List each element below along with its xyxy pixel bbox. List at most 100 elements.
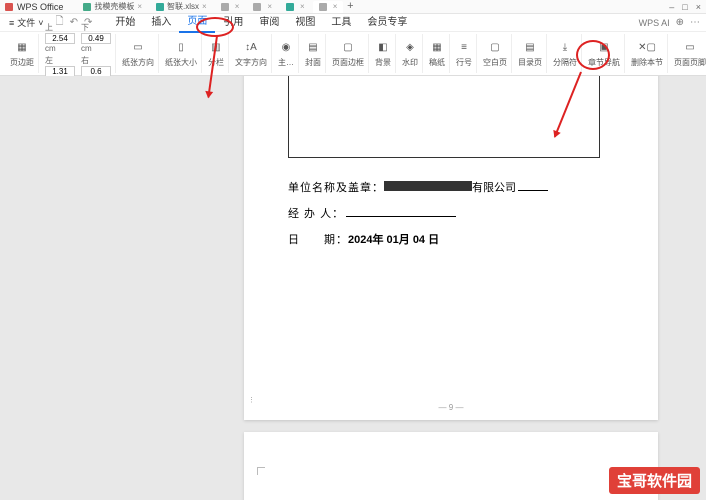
- toc-page-button[interactable]: ▤目录页: [514, 34, 547, 73]
- maximize-button[interactable]: □: [682, 2, 687, 12]
- blank-icon: ▢: [487, 40, 503, 56]
- content-frame: [288, 76, 600, 158]
- site-watermark: 宝哥软件园: [609, 467, 700, 494]
- underline: [518, 178, 548, 191]
- unit-suffix: 有限公司: [472, 177, 516, 199]
- nav-icon: ▣: [596, 40, 612, 56]
- menu-insert[interactable]: 插入: [143, 14, 179, 32]
- underline: [346, 204, 456, 217]
- header-footer-button[interactable]: ▭页面页脚: [670, 34, 706, 73]
- lineno-icon: ≡: [456, 40, 472, 56]
- crop-mark-icon: [257, 467, 265, 475]
- minimize-button[interactable]: –: [669, 2, 674, 12]
- margins-label: 页边距: [10, 57, 34, 68]
- close-icon[interactable]: ×: [202, 2, 207, 11]
- document-page-2: [244, 432, 658, 500]
- margin-top-input[interactable]: [45, 33, 75, 44]
- doc-tab-5[interactable]: ×: [313, 1, 344, 13]
- file-menu[interactable]: ≡ 文件 ˅: [6, 16, 47, 29]
- text-direction-button[interactable]: ↕A文字方向: [231, 34, 272, 73]
- cover-button[interactable]: ▤封面: [301, 34, 326, 73]
- doc-tab-1[interactable]: 智联.xlsx×: [150, 1, 213, 13]
- unit-label: 单位名称及盖章：: [288, 177, 384, 199]
- paper-size-icon: ▯: [173, 40, 189, 56]
- ribbon-toolbar: ▦ 页边距 上 cm 下 cm 左 cm 右 cm ▭纸张方向 ▯纸张大小 ▥分…: [0, 32, 706, 76]
- doc-icon: [156, 3, 164, 11]
- menu-member[interactable]: 会员专享: [359, 14, 415, 32]
- doc-icon: [286, 3, 294, 11]
- manuscript-button[interactable]: ▦稿纸: [425, 34, 450, 73]
- background-button[interactable]: ◧背景: [371, 34, 396, 73]
- theme-button[interactable]: ◉主…: [274, 34, 299, 73]
- bg-icon: ◧: [375, 40, 391, 56]
- separator-icon: ⤓: [557, 40, 573, 56]
- file-label: 文件: [17, 16, 35, 29]
- document-tabs: 找模壳模板× 智联.xlsx× × × × × +: [77, 1, 355, 13]
- delete-section-icon: ✕▢: [639, 40, 655, 56]
- app-logo-icon: [5, 3, 13, 11]
- watermark-icon: ◈: [402, 40, 418, 56]
- form-area: 单位名称及盖章： 有限公司 经 办 人： 日 期：2024年 01月 04 日: [288, 177, 608, 255]
- doc-tab-3[interactable]: ×: [247, 1, 278, 13]
- close-icon[interactable]: ×: [333, 2, 338, 11]
- doc-tab-0[interactable]: 找模壳模板×: [77, 1, 148, 13]
- app-name: WPS Office: [17, 2, 63, 12]
- menu-tools[interactable]: 工具: [323, 14, 359, 32]
- document-workspace[interactable]: 单位名称及盖章： 有限公司 经 办 人： 日 期：2024年 01月 04 日 —…: [0, 76, 706, 500]
- date-value: 2024年 01月 04 日: [348, 229, 439, 251]
- handler-label: 经 办 人：: [288, 203, 344, 225]
- close-icon[interactable]: ×: [300, 2, 305, 11]
- menu-view[interactable]: 视图: [287, 14, 323, 32]
- margins-group[interactable]: ▦ 页边距: [6, 34, 39, 73]
- text-dir-icon: ↕A: [243, 40, 259, 56]
- border-icon: ▢: [340, 40, 356, 56]
- margins-icon: ▦: [14, 40, 30, 56]
- manuscript-icon: ▦: [429, 40, 445, 56]
- line-number-button[interactable]: ≡行号: [452, 34, 477, 73]
- cover-icon: ▤: [305, 40, 321, 56]
- orientation-icon: ▭: [130, 40, 146, 56]
- page-border-button[interactable]: ▢页面边框: [328, 34, 369, 73]
- margin-right-label: 右: [81, 56, 89, 65]
- blank-page-button[interactable]: ▢空白页: [479, 34, 512, 73]
- section-nav-button[interactable]: ▣章节导航: [584, 34, 625, 73]
- doc-icon: [83, 3, 91, 11]
- doc-tab-2[interactable]: ×: [215, 1, 246, 13]
- paper-size-button[interactable]: ▯纸张大小: [161, 34, 202, 73]
- menu-review[interactable]: 审阅: [251, 14, 287, 32]
- menu-start[interactable]: 开始: [107, 14, 143, 32]
- page-number: — 9 —: [244, 403, 658, 412]
- menu-reference[interactable]: 引用: [215, 14, 251, 32]
- margin-bottom-input[interactable]: [81, 33, 111, 44]
- separator-button[interactable]: ⤓分隔符: [549, 34, 582, 73]
- paper-orientation-button[interactable]: ▭纸张方向: [118, 34, 159, 73]
- doc-tab-4[interactable]: ×: [280, 1, 311, 13]
- margin-values: 上 cm 下 cm 左 cm 右 cm: [41, 34, 116, 73]
- doc-icon: [253, 3, 261, 11]
- margin-right-input[interactable]: [81, 66, 111, 77]
- redacted-text: [384, 181, 472, 191]
- more-icon[interactable]: ⋯: [690, 17, 700, 28]
- close-icon[interactable]: ×: [137, 2, 142, 11]
- watermark-button[interactable]: ◈水印: [398, 34, 423, 73]
- close-icon[interactable]: ×: [235, 2, 240, 11]
- doc-tab-label: 找模壳模板: [94, 1, 134, 12]
- doc-icon: [221, 3, 229, 11]
- theme-icon: ◉: [278, 40, 294, 56]
- search-icon[interactable]: ⊕: [676, 17, 684, 28]
- toc-icon: ▤: [522, 40, 538, 56]
- date-label: 日 期：: [288, 229, 348, 251]
- document-page-1: 单位名称及盖章： 有限公司 经 办 人： 日 期：2024年 01月 04 日 —…: [244, 76, 658, 420]
- close-icon[interactable]: ×: [267, 2, 272, 11]
- ruler-mark: ⋮: [248, 396, 255, 404]
- margin-left-label: 左: [45, 56, 53, 65]
- menu-page[interactable]: 页面: [179, 13, 215, 33]
- margin-left-input[interactable]: [45, 66, 75, 77]
- close-window-button[interactable]: ×: [696, 2, 701, 12]
- title-bar: WPS Office 找模壳模板× 智联.xlsx× × × × × + – □…: [0, 0, 706, 14]
- wps-ai-button[interactable]: WPS AI: [639, 18, 670, 28]
- delete-section-button[interactable]: ✕▢删除本节: [627, 34, 668, 73]
- margin-top-label: 上: [45, 23, 53, 32]
- doc-tab-label: 智联.xlsx: [167, 1, 199, 12]
- new-tab-button[interactable]: +: [345, 1, 355, 13]
